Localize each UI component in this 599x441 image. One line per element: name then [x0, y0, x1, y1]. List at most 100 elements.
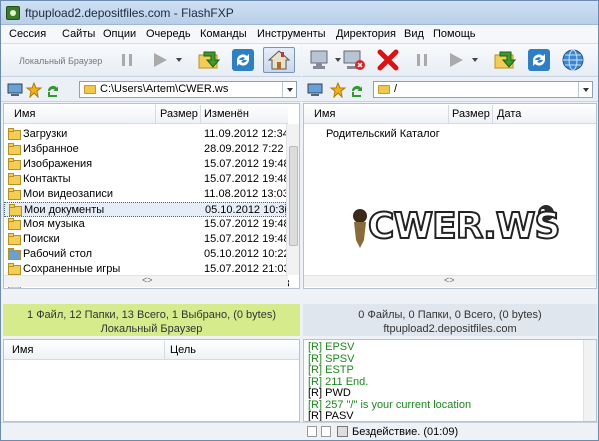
table-row[interactable]: Избранное 28.09.2012 7:22 — [4, 142, 286, 157]
remote-horizontal-scrollbar[interactable]: <> — [304, 275, 596, 287]
table-row[interactable]: Мои видеозаписи 11.08.2012 13:03 — [4, 187, 289, 202]
disconnect-icon — [343, 50, 365, 70]
local-horizontal-scrollbar[interactable]: <> — [4, 275, 288, 287]
globe-icon — [562, 49, 584, 71]
refresh-button[interactable] — [526, 47, 552, 73]
local-path-input[interactable]: C:\Users\Artem\CWER.ws — [79, 81, 297, 98]
file-modified: 15.07.2012 21:03 — [204, 263, 290, 275]
table-row[interactable]: Моя музыка 15.07.2012 19:48 — [4, 217, 290, 232]
menu-directory[interactable]: Директория — [336, 28, 396, 40]
folder-icon — [8, 233, 21, 245]
log-line: [R] 211 End. — [308, 375, 369, 388]
flashfxp-app-icon — [6, 6, 20, 20]
column-name[interactable]: Имя — [12, 344, 33, 356]
menu-commands[interactable]: Команды — [200, 28, 247, 40]
transfer-button[interactable] — [147, 47, 173, 73]
log-line: [R] SPSV — [308, 352, 355, 365]
change-folder-button[interactable] — [492, 47, 518, 73]
file-modified: 15.07.2012 19:48 — [204, 158, 290, 170]
watermark-text: CWER.WS — [367, 205, 561, 248]
folder-icon — [378, 85, 390, 94]
folder-icon — [9, 204, 22, 216]
file-name: Мои документы — [24, 204, 105, 216]
folder-icon — [8, 128, 21, 140]
file-modified: 15.07.2012 19:48 — [204, 218, 290, 230]
up-arrow-icon[interactable] — [45, 82, 61, 98]
table-row[interactable]: Загрузки 11.09.2012 12:34 — [4, 127, 289, 142]
file-name: Сохраненные игры — [23, 263, 121, 275]
menu-view[interactable]: Вид — [404, 28, 424, 40]
log-vertical-scrollbar[interactable] — [583, 340, 596, 421]
file-modified: 28.09.2012 7:22 — [204, 143, 284, 155]
menu-session[interactable]: Сессия — [9, 28, 46, 40]
transfer-button[interactable] — [443, 47, 469, 73]
file-name: Изображения — [23, 158, 93, 170]
column-name[interactable]: Имя — [314, 108, 335, 120]
star-icon[interactable] — [330, 82, 346, 98]
menu-tools[interactable]: Инструменты — [257, 28, 326, 40]
file-modified: 15.07.2012 19:48 — [204, 173, 290, 185]
local-file-list: Имя Размер Изменён Загрузки 11.09.2012 12… — [3, 103, 300, 289]
chevron-down-icon[interactable] — [472, 58, 478, 62]
connect-button[interactable] — [307, 47, 333, 73]
menu-queue[interactable]: Очередь — [146, 28, 191, 40]
local-vertical-scrollbar[interactable] — [286, 124, 299, 275]
table-row[interactable]: Рабочий стол 05.10.2012 10:22 — [4, 247, 290, 262]
folder-icon — [8, 158, 21, 170]
pause-icon — [122, 54, 132, 66]
chevron-down-icon[interactable] — [578, 82, 592, 97]
menu-help[interactable]: Помощь — [433, 28, 476, 40]
remote-status-panel: 0 Файлы, 0 Папки, 0 Всего, (0 bytes) ftp… — [303, 304, 597, 336]
file-name: Рабочий стол — [23, 248, 93, 260]
local-path-text: C:\Users\Artem\CWER.ws — [100, 83, 229, 95]
list-item[interactable]: Родительский Каталог — [304, 127, 584, 142]
menu-options[interactable]: Опции — [103, 28, 136, 40]
pause-button[interactable] — [114, 47, 140, 73]
change-folder-button[interactable] — [196, 47, 222, 73]
computer-icon[interactable] — [307, 82, 323, 98]
pause-button[interactable] — [409, 47, 435, 73]
log-line: [R] 257 "/" is your current location — [308, 398, 472, 411]
refresh-button[interactable] — [230, 47, 256, 73]
column-size[interactable]: Размер — [160, 108, 198, 120]
table-row[interactable]: Контакты 15.07.2012 19:48 — [4, 172, 290, 187]
menu-sites[interactable]: Сайты — [62, 28, 95, 40]
home-button[interactable] — [263, 47, 295, 73]
status-bar: Бездействие. (01:09) — [1, 422, 598, 440]
star-icon[interactable] — [26, 82, 42, 98]
session-log: [R] EPSV [R] SPSV [R] ESTP [R] 211 End. [R] … — [303, 339, 597, 422]
file-name: Загрузки — [23, 128, 68, 140]
up-arrow-icon[interactable] — [349, 82, 365, 98]
table-row[interactable]: Поиски 15.07.2012 19:48 — [4, 232, 290, 247]
flashfxp-window: ftpupload2.depositfiles.com - FlashFXP С… — [0, 0, 599, 441]
chevron-down-icon[interactable] — [176, 58, 182, 62]
table-row[interactable]: Изображения 15.07.2012 19:48 — [4, 157, 290, 172]
chevron-down-icon[interactable] — [282, 82, 296, 97]
remote-path-input[interactable]: / — [373, 81, 593, 98]
file-name: Избранное — [23, 143, 79, 155]
file-name: Мои видеозаписи — [23, 188, 114, 200]
folder-icon — [84, 85, 96, 94]
window-title: ftpupload2.depositfiles.com - FlashFXP — [25, 6, 234, 20]
column-date[interactable]: Дата — [497, 108, 521, 120]
column-name[interactable]: Имя — [14, 108, 35, 120]
play-icon — [450, 53, 463, 67]
abort-button[interactable] — [375, 47, 401, 73]
local-status-summary: 1 Файл, 12 Папки, 13 Всего, 1 Выбрано, (… — [27, 309, 276, 321]
file-modified: 15.07.2012 19:48 — [204, 233, 290, 245]
file-modified: 11.09.2012 12:34 — [204, 128, 289, 140]
column-size[interactable]: Размер — [452, 108, 490, 120]
table-row[interactable]: Мои документы 05.10.2012 10:36 — [4, 202, 291, 217]
folder-icon — [8, 173, 21, 185]
disconnect-button[interactable] — [341, 47, 367, 73]
computer-icon[interactable] — [7, 82, 23, 98]
title-bar: ftpupload2.depositfiles.com - FlashFXP — [1, 1, 598, 25]
column-modified[interactable]: Изменён — [204, 108, 249, 120]
pause-icon — [417, 54, 427, 66]
folder-icon — [8, 188, 21, 200]
web-button[interactable] — [560, 47, 586, 73]
play-icon — [154, 53, 167, 67]
folder-icon — [8, 143, 21, 155]
column-target[interactable]: Цель — [170, 344, 196, 356]
local-browser-label: Локальный Браузер — [19, 56, 103, 66]
